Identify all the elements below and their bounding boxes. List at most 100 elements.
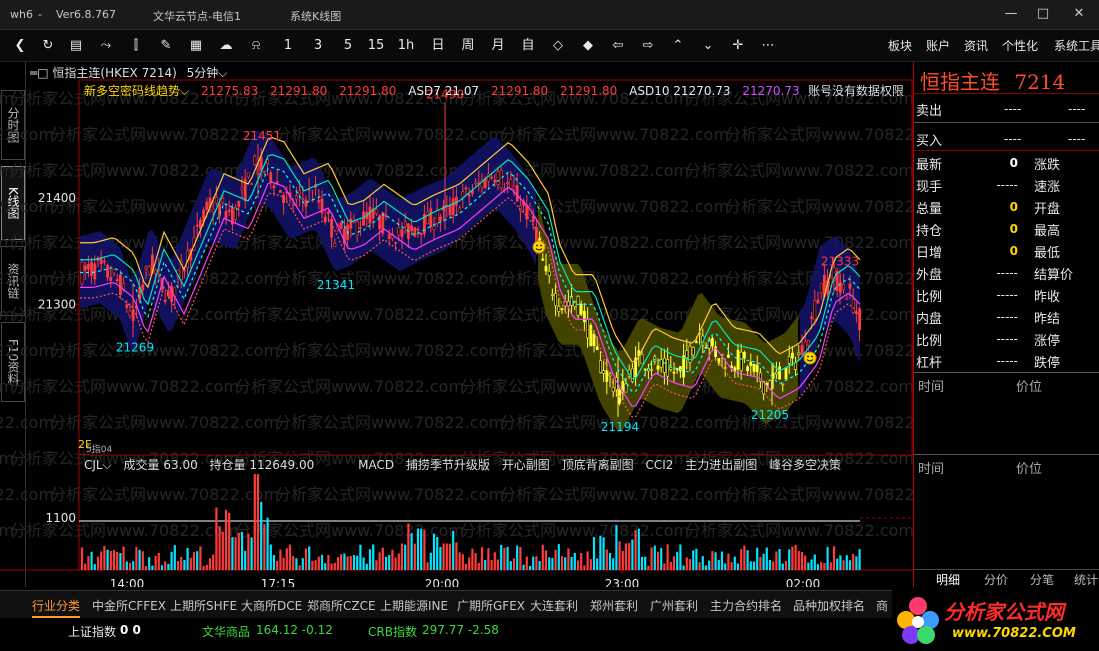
tab-industry[interactable]: 行业分类 xyxy=(32,597,81,618)
tab-zhengzhou-arb[interactable]: 郑州套利 xyxy=(590,597,638,614)
menu-system-tools[interactable]: 系统工具 xyxy=(1054,37,1099,54)
tab-guangzhou-arb[interactable]: 广州套利 xyxy=(650,597,698,614)
period-custom[interactable]: 自 xyxy=(518,36,538,56)
bell-icon[interactable]: ⍾ xyxy=(246,36,266,56)
crosshair-icon[interactable]: ✛ xyxy=(728,36,748,56)
cloud-icon[interactable]: ☁ xyxy=(216,36,236,56)
refresh-icon[interactable]: ↻ xyxy=(38,36,58,56)
tab-main-contract-rank[interactable]: 主力合约排名 xyxy=(710,597,782,614)
grid-icon[interactable]: ▦ xyxy=(186,36,206,56)
volume-bar xyxy=(279,549,282,570)
period-3[interactable]: 3 xyxy=(308,36,328,56)
tab-dce[interactable]: 大商所DCE xyxy=(241,597,302,614)
indicator-link[interactable]: 峰谷多空决策 xyxy=(769,458,841,472)
tab-statistics[interactable]: 统计 xyxy=(1074,571,1098,588)
chart-menu-icon[interactable]: ═□ xyxy=(30,66,49,80)
candle-body xyxy=(496,171,500,185)
zoom-in-icon[interactable]: ◇ xyxy=(548,36,568,56)
tab-more[interactable]: 商 xyxy=(876,597,888,614)
volume-bar xyxy=(285,548,288,570)
menu-personalize[interactable]: 个性化 xyxy=(1002,37,1038,54)
volume-indicator-selector[interactable]: CJL xyxy=(84,458,103,472)
indicator-link[interactable]: CCI2 xyxy=(645,458,673,472)
candle-body xyxy=(797,352,801,356)
volume-bar xyxy=(272,555,276,570)
volume-bar xyxy=(192,552,196,570)
close-button[interactable]: ✕ xyxy=(1066,4,1092,24)
scroll-right-icon[interactable]: ⇨ xyxy=(638,36,658,56)
volume-bar xyxy=(528,565,532,570)
chevron-down-icon[interactable]: ⌵ xyxy=(103,458,112,472)
minimize-button[interactable]: — xyxy=(998,4,1024,24)
volume-bar xyxy=(311,560,314,570)
candle-icon[interactable]: ⫿ xyxy=(126,36,146,56)
indicator-link[interactable]: 开心副图 xyxy=(502,458,550,472)
page-down-icon[interactable]: ⌄ xyxy=(698,36,718,56)
tab-by-price[interactable]: 分价 xyxy=(984,571,1008,588)
tab-dalian-arb[interactable]: 大连套利 xyxy=(530,597,578,614)
chevron-down-icon[interactable]: ⌵ xyxy=(180,84,189,98)
volume-bar xyxy=(740,549,743,570)
kline-chart[interactable]: 分析家公式网www.70822.com分析家公式网www.70822.com分析… xyxy=(0,62,913,587)
volume-bar xyxy=(122,546,125,570)
indicator-link[interactable]: 主力进出副图 xyxy=(685,458,757,472)
volume-bar xyxy=(816,564,820,570)
document-icon[interactable]: ▤ xyxy=(66,36,86,56)
chart-svg: 分析家公式网www.70822.com分析家公式网www.70822.com分析… xyxy=(0,79,913,587)
zoom-out-icon[interactable]: ◆ xyxy=(578,36,598,56)
menu-account[interactable]: 账户 xyxy=(926,37,950,54)
volume-bar xyxy=(602,537,605,570)
volume-bar xyxy=(813,554,816,570)
more-icon[interactable]: ⋯ xyxy=(758,36,778,56)
tab-detail[interactable]: 明细 xyxy=(936,571,960,588)
volume-bar xyxy=(448,543,452,570)
period-selector[interactable]: 5分钟 xyxy=(187,66,219,80)
candle-body xyxy=(163,299,167,303)
volume-bar xyxy=(762,553,765,570)
scroll-left-icon[interactable]: ⇦ xyxy=(608,36,628,56)
tab-gfex[interactable]: 广期所GFEX xyxy=(457,597,525,614)
indicator-link[interactable]: 捕捞季节升级版 xyxy=(406,458,490,472)
sell-label: 卖出 xyxy=(916,104,943,119)
line-chart-icon[interactable]: ⤳ xyxy=(96,36,116,56)
indicator-link-macd[interactable]: MACD xyxy=(358,458,394,472)
period-5[interactable]: 5 xyxy=(338,36,358,56)
volume-bar xyxy=(618,541,621,570)
candle-body xyxy=(560,308,564,310)
tab-czce[interactable]: 郑商所CZCE xyxy=(307,597,376,614)
volume-bar xyxy=(608,552,612,570)
candle-body xyxy=(183,269,186,272)
volume-bar xyxy=(154,555,157,570)
indicator-value: 21291.80 xyxy=(339,84,397,98)
candle-body xyxy=(339,222,343,229)
low-price-label: 21269 xyxy=(116,340,154,354)
indicator-link[interactable]: 顶底背离副图 xyxy=(562,458,634,472)
period-15[interactable]: 15 xyxy=(366,36,386,56)
volume-bar xyxy=(506,546,509,570)
period-week[interactable]: 周 xyxy=(458,36,478,56)
draw-icon[interactable]: ✎ xyxy=(156,36,176,56)
quote-field-label: 速涨 xyxy=(1034,180,1061,195)
tab-by-tick[interactable]: 分笔 xyxy=(1030,571,1054,588)
tab-weighted-rank[interactable]: 品种加权排名 xyxy=(793,597,865,614)
chevron-down-icon[interactable]: ⌵ xyxy=(218,66,227,80)
volume-bar xyxy=(631,539,634,570)
volume-bar xyxy=(752,561,756,570)
indicator-name[interactable]: 新多空密码线趋势 xyxy=(84,84,180,98)
period-day[interactable]: 日 xyxy=(428,36,448,56)
volume-bar xyxy=(576,560,580,570)
volume-bar xyxy=(535,556,538,570)
page-up-icon[interactable]: ⌃ xyxy=(668,36,688,56)
period-1[interactable]: 1 xyxy=(278,36,298,56)
tab-cffex[interactable]: 中金所CFFEX xyxy=(92,597,166,614)
tab-shfe[interactable]: 上期所SHFE xyxy=(170,597,237,614)
tab-ine[interactable]: 上期能源INE xyxy=(380,597,448,614)
menu-news[interactable]: 资讯 xyxy=(964,37,988,54)
period-1h[interactable]: 1h xyxy=(396,36,416,56)
back-icon[interactable]: ❮ xyxy=(10,36,30,56)
candle-body xyxy=(611,387,615,393)
menu-sector[interactable]: 板块 xyxy=(888,37,912,54)
period-month[interactable]: 月 xyxy=(488,36,508,56)
maximize-button[interactable]: □ xyxy=(1030,4,1056,24)
volume-bar xyxy=(794,544,797,570)
